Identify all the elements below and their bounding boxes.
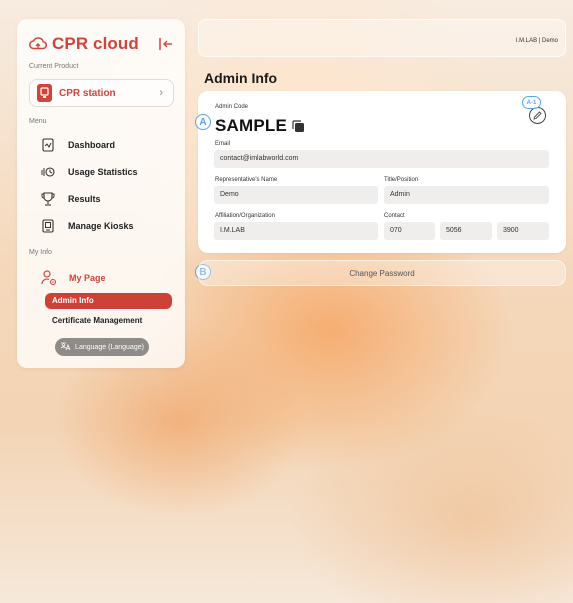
my-info-label: My Info (29, 249, 52, 256)
chevron-right-icon: › (159, 87, 163, 99)
sidebar-subitem-admin-info[interactable]: Admin Info (45, 293, 172, 309)
sidebar-item-usage-statistics[interactable]: Usage Statistics (41, 162, 138, 182)
top-bar: I.M.LAB | Demo (198, 19, 566, 57)
organization-field[interactable]: I.M.LAB (214, 222, 378, 240)
sidebar-item-label: My Page (69, 273, 106, 283)
user-settings-icon (41, 269, 57, 287)
contact-label: Contact (384, 213, 405, 219)
title-position-label: Title/Position (384, 177, 419, 183)
rep-name-label: Representative's Name (215, 177, 278, 183)
language-label: Language (Language) (75, 343, 144, 351)
sidebar-item-dashboard[interactable]: Dashboard (41, 135, 115, 155)
copy-icon[interactable] (292, 119, 305, 133)
marker-a: A (195, 114, 211, 130)
contact-field-3[interactable]: 3900 (497, 222, 549, 240)
menu-label: Menu (29, 118, 47, 125)
sidebar-item-results[interactable]: Results (41, 189, 101, 209)
language-button[interactable]: Language (Language) (55, 338, 149, 356)
marker-a1: A-1 (522, 96, 541, 109)
sidebar-item-manage-kiosks[interactable]: Manage Kiosks (41, 216, 134, 236)
user-info: I.M.LAB | Demo (515, 38, 558, 44)
sidebar-item-label: Results (68, 194, 101, 204)
product-selector[interactable]: CPR station › (29, 79, 174, 107)
page-title: Admin Info (204, 70, 278, 86)
sidebar-subitem-certificate-management[interactable]: Certificate Management (52, 316, 142, 325)
pencil-icon (533, 111, 542, 120)
brand-name: CPR cloud (52, 34, 139, 53)
organization-label: Affiliation/Organization (215, 213, 275, 219)
admin-code: SAMPLE (215, 116, 305, 136)
sidebar-item-my-page[interactable]: My Page (41, 266, 191, 290)
brand-logo: CPR cloud (29, 33, 173, 55)
title-position-field[interactable]: Admin (384, 186, 549, 204)
admin-code-value: SAMPLE (215, 116, 288, 135)
sidebar-item-label: Manage Kiosks (68, 221, 134, 231)
kiosk-icon (41, 218, 55, 234)
contact-field-1[interactable]: 070 (384, 222, 435, 240)
change-password-button[interactable]: Change Password (198, 260, 566, 286)
translate-icon (60, 342, 71, 353)
rep-name-field[interactable]: Demo (214, 186, 378, 204)
email-label: Email (215, 141, 231, 147)
kiosk-icon (37, 84, 52, 102)
edit-button[interactable] (529, 107, 546, 124)
trophy-icon (41, 191, 55, 207)
current-product-label: Current Product (29, 63, 79, 70)
collapse-sidebar-icon[interactable] (157, 36, 173, 52)
product-name: CPR station (59, 87, 116, 99)
admin-info-card: Admin Code SAMPLE Email contact@imlabwor… (198, 91, 566, 253)
sidebar-item-label: Usage Statistics (68, 167, 138, 177)
dashboard-icon (41, 137, 55, 153)
sidebar-item-label: Dashboard (68, 140, 116, 150)
contact-field-2[interactable]: 5056 (440, 222, 492, 240)
email-field[interactable]: contact@imlabworld.com (214, 150, 549, 168)
cloud-icon (29, 37, 47, 50)
sidebar: CPR cloud Current Product CPR station › … (17, 19, 185, 368)
admin-code-label: Admin Code (215, 104, 249, 110)
usage-statistics-icon (41, 164, 55, 180)
